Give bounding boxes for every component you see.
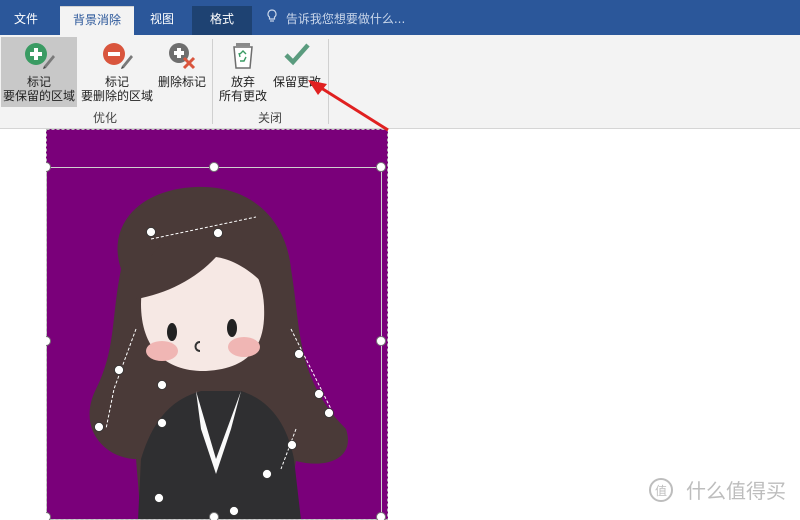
annotation-arrow [308,80,389,132]
